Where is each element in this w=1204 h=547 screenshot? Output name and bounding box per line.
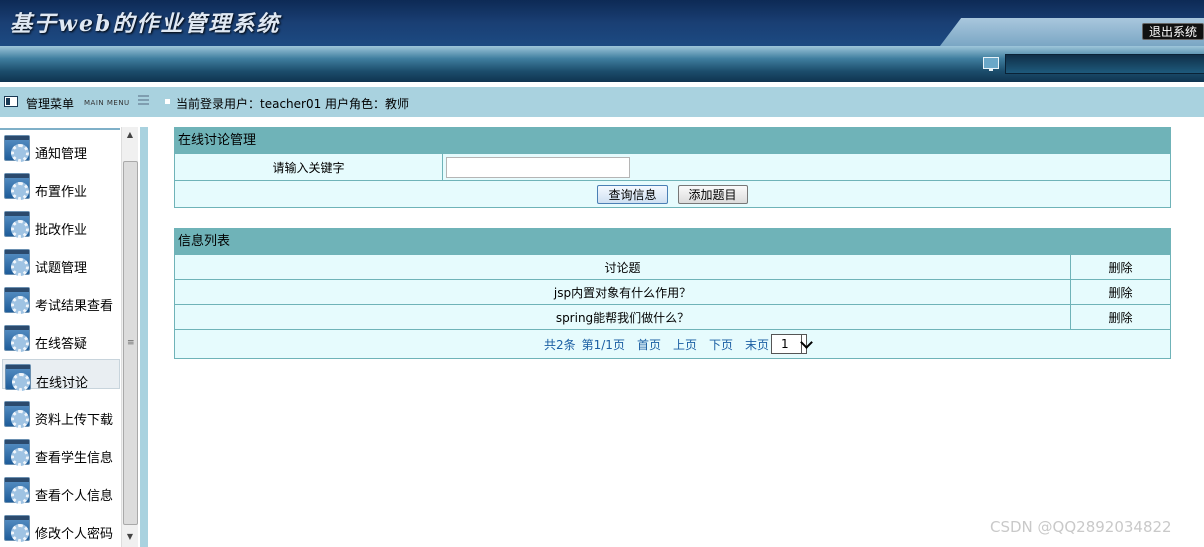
page-select-value: 1	[781, 337, 789, 351]
sidebar-item-label: 查看个人信息	[35, 489, 114, 504]
watermark: CSDN @QQ2892034822	[990, 518, 1172, 536]
sidebar-top-border	[0, 128, 120, 130]
pager: 共2条 第1/1页 首页 上页 下页 末页 1	[175, 330, 1170, 358]
pager-prev-link[interactable]: 上页	[673, 336, 697, 353]
gear-window-icon	[5, 364, 31, 391]
sidebar-item-label: 试题管理	[35, 261, 88, 276]
table-row: spring能帮我们做什么？ 删除	[175, 304, 1170, 329]
sidebar-item[interactable]: 批改作业	[2, 207, 120, 238]
bullet-icon	[165, 99, 170, 104]
column-header-delete: 删除	[1108, 260, 1133, 275]
table-header-row: 讨论题 删除	[175, 254, 1170, 279]
add-topic-button[interactable]: 添加题目	[677, 184, 748, 204]
chevron-down-icon	[800, 335, 811, 353]
sidebar-item[interactable]: 查看学生信息	[2, 435, 120, 466]
app-header: 基于web的作业管理系统 退出系统	[0, 0, 1204, 46]
sidebar-item[interactable]: 布置作业	[2, 169, 120, 200]
current-user-info: 当前登录用户：teacher01 用户角色：教师	[176, 97, 410, 111]
topic-cell: spring能帮我们做什么？	[175, 305, 1071, 329]
pager-total: 共2条	[543, 337, 576, 352]
scroll-thumb[interactable]: ≡	[123, 161, 138, 525]
scroll-up-arrow-icon[interactable]: ▲	[124, 129, 136, 141]
delete-link[interactable]: 删除	[1071, 280, 1170, 304]
sidebar: 通知管理布置作业批改作业试题管理考试结果查看 在线答疑在线讨论资料上传下载 查看学生…	[0, 127, 140, 547]
app-title: 基于web的作业管理系统	[10, 11, 281, 37]
gear-window-icon	[4, 515, 30, 542]
keyword-input-cell	[443, 154, 1170, 180]
keyword-label: 请输入关键字	[175, 154, 443, 180]
table-row: jsp内置对象有什么作用？ 删除	[175, 279, 1170, 304]
menu-subtitle: MAIN MENU	[84, 99, 130, 107]
sidebar-item[interactable]: 在线答疑	[2, 321, 120, 352]
actions-cell: 查询信息 添加题目	[175, 181, 1170, 207]
sidebar-item-label: 在线答疑	[35, 337, 88, 352]
sidebar-item-label: 通知管理	[35, 147, 88, 162]
column-header-topic: 讨论题	[175, 255, 1071, 279]
menu-title: 管理菜单	[26, 97, 75, 111]
pager-next-link[interactable]: 下页	[709, 336, 733, 353]
panel-title: 信息列表	[175, 229, 1170, 254]
sidebar-item[interactable]: 通知管理	[2, 131, 120, 162]
pager-page-info: 第1/1页	[581, 337, 625, 352]
panel-title: 在线讨论管理	[175, 128, 1170, 153]
keyword-input[interactable]	[446, 156, 630, 178]
menu-toggle-icon[interactable]	[138, 95, 149, 105]
sidebar-item-label: 考试结果查看	[35, 299, 114, 314]
discussion-list-panel: 信息列表 讨论题 删除 jsp内置对象有什么作用？ 删除 spring能帮我们做什么…	[174, 228, 1171, 359]
header-subbar	[0, 46, 1204, 82]
sidebar-item-label: 批改作业	[35, 223, 88, 238]
gear-window-icon	[4, 173, 30, 200]
sidebar-item[interactable]: 在线讨论	[2, 359, 120, 391]
gear-window-icon	[4, 401, 30, 428]
sidebar-item-label: 查看学生信息	[35, 451, 114, 466]
gear-window-icon	[4, 439, 30, 466]
keyword-row: 请输入关键字	[175, 153, 1170, 180]
sidebar-scrollbar[interactable]: ▲ ≡ ▼	[121, 127, 138, 547]
logout-button[interactable]: 退出系统	[1142, 23, 1204, 40]
scroll-down-arrow-icon[interactable]: ▼	[124, 531, 136, 543]
delete-link[interactable]: 删除	[1071, 305, 1170, 329]
sidebar-item[interactable]: 修改个人密码	[2, 511, 120, 542]
sidebar-item[interactable]: 查看个人信息	[2, 473, 120, 504]
pager-last-link[interactable]: 末页	[745, 336, 769, 353]
gear-window-icon	[4, 477, 30, 504]
sidebar-item[interactable]: 资料上传下载	[2, 397, 120, 428]
query-button[interactable]: 查询信息	[597, 184, 668, 204]
gear-window-icon	[4, 135, 30, 162]
subbar-panel	[1005, 54, 1204, 74]
pager-first-link[interactable]: 首页	[637, 336, 661, 353]
monitor-icon	[983, 57, 999, 71]
gear-window-icon	[4, 211, 30, 238]
topic-cell: jsp内置对象有什么作用？	[175, 280, 1071, 304]
discussion-search-panel: 在线讨论管理 请输入关键字 查询信息 添加题目	[174, 127, 1171, 208]
menu-bar: 管理菜单 MAIN MENU 当前登录用户：teacher01 用户角色：教师	[0, 87, 1204, 117]
gear-window-icon	[4, 325, 30, 352]
scroll-grip-icon: ≡	[127, 338, 135, 348]
sidebar-item-label: 修改个人密码	[35, 527, 114, 542]
sidebar-item-label: 在线讨论	[36, 376, 89, 391]
sidebar-item[interactable]: 考试结果查看	[2, 283, 120, 314]
sidebar-item[interactable]: 试题管理	[2, 245, 120, 276]
gear-window-icon	[4, 287, 30, 314]
pager-row: 共2条 第1/1页 首页 上页 下页 末页 1	[175, 329, 1170, 358]
actions-row: 查询信息 添加题目	[175, 180, 1170, 207]
gear-window-icon	[4, 249, 30, 276]
sidebar-item-label: 资料上传下载	[35, 413, 114, 428]
sidebar-divider	[140, 127, 148, 547]
sidebar-item-label: 布置作业	[35, 185, 88, 200]
page-select[interactable]: 1	[771, 334, 808, 354]
menu-panel-icon	[4, 96, 18, 107]
